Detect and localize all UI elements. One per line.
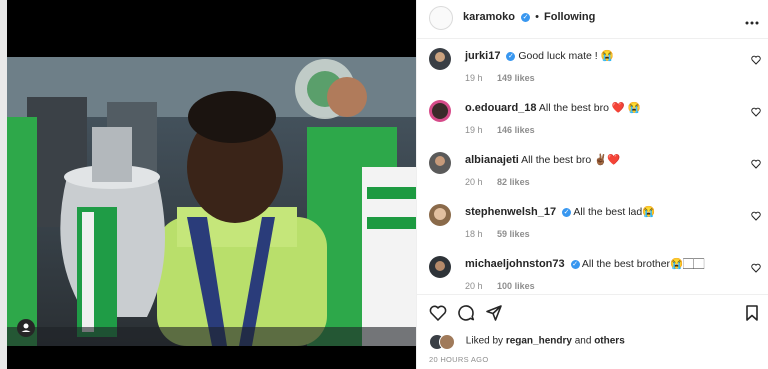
author-avatar[interactable]: [429, 6, 453, 30]
user-tag-button[interactable]: [17, 319, 35, 337]
comment-time: 19 h: [465, 73, 483, 83]
comment-text: Good luck mate ! 😭: [518, 50, 614, 62]
author-username[interactable]: karamoko: [463, 11, 515, 23]
comment-item: o.edouard_18 All the best bro ❤️ 😭 19 h …: [417, 94, 768, 146]
follow-status[interactable]: Following: [544, 11, 595, 23]
comment-time: 18 h: [465, 229, 483, 239]
photo-left-edge: [0, 0, 7, 369]
likes-summary: Liked by regan_hendry and others: [429, 334, 625, 350]
comment-icon[interactable]: [457, 304, 475, 322]
separator-dot: •: [535, 11, 539, 23]
verified-badge-icon: ✓: [506, 51, 516, 61]
comment-time: 20 h: [465, 281, 483, 291]
heart-icon[interactable]: [429, 304, 447, 322]
bookmark-icon[interactable]: [743, 304, 761, 322]
commenter-username[interactable]: stephenwelsh_17: [465, 206, 556, 218]
commenter-avatar[interactable]: [429, 204, 451, 226]
liker-avatars[interactable]: [429, 334, 459, 350]
post-side-panel: karamoko ✓ • Following jurki17 ✓ Good lu…: [416, 0, 768, 369]
more-options-button[interactable]: [745, 12, 759, 30]
comment-text: All the best bro ✌🏾❤️: [521, 154, 621, 166]
comment-item: albianajeti All the best bro ✌🏾❤️ 20 h 8…: [417, 146, 768, 198]
post-timestamp[interactable]: 20 HOURS AGO: [429, 355, 488, 364]
commenter-username[interactable]: albianajeti: [465, 154, 519, 166]
commenter-avatar[interactable]: [429, 152, 451, 174]
comment-heart-icon[interactable]: [751, 55, 761, 65]
comment-likes[interactable]: 146 likes: [497, 125, 535, 135]
comment-heart-icon[interactable]: [751, 159, 761, 169]
verified-badge-icon: ✓: [570, 259, 580, 269]
user-tag-icon: [21, 323, 31, 332]
comment-likes[interactable]: 82 likes: [497, 177, 530, 187]
commenter-username[interactable]: jurki17: [465, 50, 500, 62]
post-header: karamoko ✓ • Following: [417, 0, 768, 39]
post-image[interactable]: [7, 57, 416, 346]
commenter-avatar[interactable]: [429, 100, 451, 122]
commenter-username[interactable]: o.edouard_18: [465, 102, 537, 114]
comment-text: All the best lad😭: [573, 206, 656, 218]
likes-mid: and: [574, 335, 592, 347]
comment-time: 20 h: [465, 177, 483, 187]
comment-likes[interactable]: 100 likes: [497, 281, 535, 291]
more-horizontal-icon: [745, 21, 759, 25]
comment-item: jurki17 ✓ Good luck mate ! 😭 19 h 149 li…: [417, 42, 768, 94]
commenter-avatar[interactable]: [429, 48, 451, 70]
likes-others[interactable]: others: [594, 336, 625, 347]
send-icon[interactable]: [485, 304, 503, 322]
verified-badge-icon: ✓: [562, 207, 572, 217]
post-photo-area: [0, 0, 416, 369]
verified-badge-icon: ✓: [521, 12, 531, 22]
post-action-bar: [417, 294, 768, 331]
comment-text: All the best brother😭🏻🏻: [581, 258, 705, 270]
commenter-avatar[interactable]: [429, 256, 451, 278]
comment-item: stephenwelsh_17 ✓ All the best lad😭 18 h…: [417, 198, 768, 250]
comment-likes[interactable]: 149 likes: [497, 73, 535, 83]
comment-heart-icon[interactable]: [751, 107, 761, 117]
comment-likes[interactable]: 59 likes: [497, 229, 530, 239]
commenter-username[interactable]: michaeljohnston73: [465, 258, 565, 270]
likes-prefix: Liked by: [465, 335, 504, 347]
comment-heart-icon[interactable]: [751, 211, 761, 221]
liker-username[interactable]: regan_hendry: [506, 336, 572, 347]
comment-time: 19 h: [465, 125, 483, 135]
comment-heart-icon[interactable]: [751, 263, 761, 273]
comment-text: All the best bro ❤️ 😭: [538, 102, 641, 114]
